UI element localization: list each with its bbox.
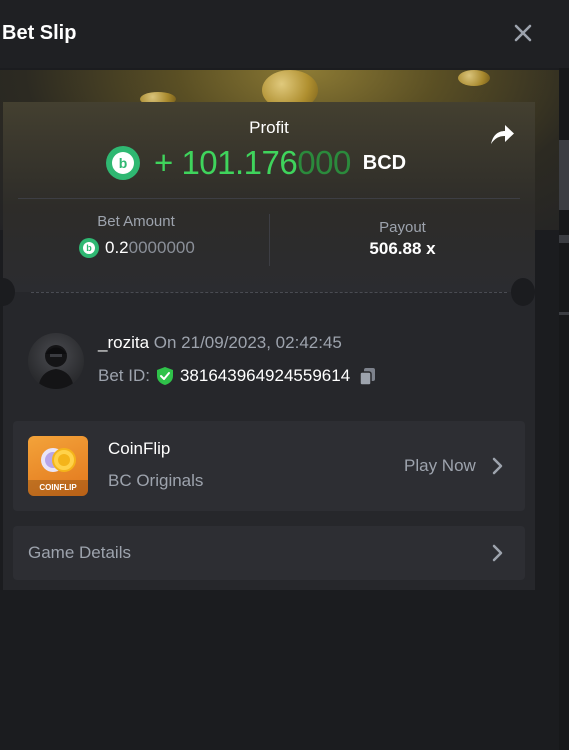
- user-info: _rozita On 21/09/2023, 02:42:45: [98, 333, 342, 353]
- profit-amount: b + 101.176000 BCD: [106, 142, 406, 184]
- close-icon[interactable]: [510, 20, 536, 46]
- bet-timestamp: On 21/09/2023, 02:42:45: [149, 333, 342, 352]
- payout-label: Payout: [379, 219, 426, 236]
- shield-check-icon: [156, 367, 173, 385]
- bc-coin-icon: b: [79, 238, 99, 258]
- bet-amount-label: Bet Amount: [97, 213, 175, 230]
- bc-coin-icon: b: [106, 146, 140, 180]
- share-icon[interactable]: [487, 120, 517, 150]
- bet-amount-value: 0.20000000: [105, 238, 195, 257]
- page-title: Bet Slip: [2, 22, 77, 44]
- game-details-button[interactable]: Game Details: [13, 526, 525, 580]
- bet-id-row: Bet ID: 381643964924559614: [98, 366, 378, 386]
- username[interactable]: _rozita: [98, 333, 149, 352]
- avatar[interactable]: [28, 333, 84, 389]
- bet-amount: b 0.20000000: [79, 238, 195, 258]
- game-details-label: Game Details: [28, 543, 131, 562]
- header: Bet Slip: [0, 0, 569, 68]
- chevron-right-icon: [492, 544, 503, 562]
- coinflip-thumbnail: COINFLIP: [28, 436, 88, 496]
- game-name: CoinFlip: [108, 439, 171, 458]
- bet-slip-card: Profit b + 101.176000 BCD Bet Amount b 0…: [0, 102, 535, 590]
- payout-value: 506.88 x: [369, 239, 436, 258]
- play-now-link[interactable]: Play Now: [404, 456, 476, 476]
- profit-label: Profit: [249, 118, 289, 137]
- game-row[interactable]: COINFLIP CoinFlip BC Originals Play Now: [13, 421, 525, 511]
- profit-value: + 101.176000: [154, 144, 351, 181]
- game-provider: BC Originals: [108, 471, 204, 490]
- dashed-divider: [31, 292, 507, 293]
- user-avatar-icon: [38, 345, 74, 389]
- bet-id-label: Bet ID:: [98, 366, 150, 385]
- profit-currency: BCD: [362, 151, 407, 174]
- chevron-right-icon: [492, 457, 503, 475]
- coinflip-thumb-text: COINFLIP: [39, 483, 77, 492]
- divider: [18, 198, 520, 199]
- bet-id-value: 381643964924559614: [179, 366, 351, 385]
- bet-slip-page: Bet Slip Profit b + 101.176000 BCD Bet A…: [0, 0, 569, 750]
- background-edge: [559, 0, 569, 750]
- ticket-notch-right: [511, 278, 535, 306]
- copy-icon[interactable]: [358, 366, 378, 386]
